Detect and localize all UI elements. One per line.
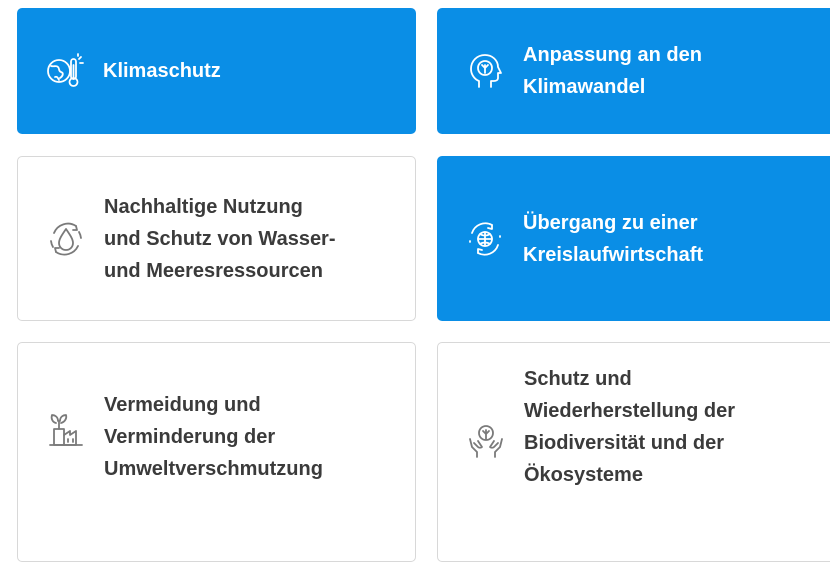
card-label: Klimaschutz [103, 60, 221, 82]
card-label: Schutz und Wiederherstellung der Biodive… [524, 368, 735, 486]
factory-plant-icon [46, 409, 86, 449]
card-biodiversitaet-oekosysteme[interactable]: Schutz und Wiederherstellung der Biodive… [437, 342, 830, 562]
card-label: Übergang zu einer Kreislaufwirtschaft [523, 211, 704, 266]
card-umweltverschmutzung[interactable]: Vermeidung und Verminderung der Umweltve… [17, 342, 416, 562]
head-leaf-icon [465, 51, 505, 91]
card-klimaschutz[interactable]: Klimaschutz [17, 8, 416, 134]
water-drop-cycle-icon [46, 219, 86, 259]
card-anpassung-klimawandel[interactable]: Anpassung an den Klimawandel [437, 8, 830, 134]
card-kreislaufwirtschaft[interactable]: Übergang zu einer Kreislaufwirtschaft [437, 156, 830, 321]
globe-cycle-icon [465, 219, 505, 259]
hands-leaf-icon [466, 421, 506, 461]
card-label: Nachhaltige Nutzung und Schutz von Wasse… [104, 195, 336, 282]
card-wasser-meeresressourcen[interactable]: Nachhaltige Nutzung und Schutz von Wasse… [17, 156, 416, 321]
thermometer-globe-icon [45, 51, 85, 91]
card-label: Vermeidung und Verminderung der Umweltve… [104, 394, 323, 480]
card-label: Anpassung an den Klimawandel [523, 44, 702, 98]
